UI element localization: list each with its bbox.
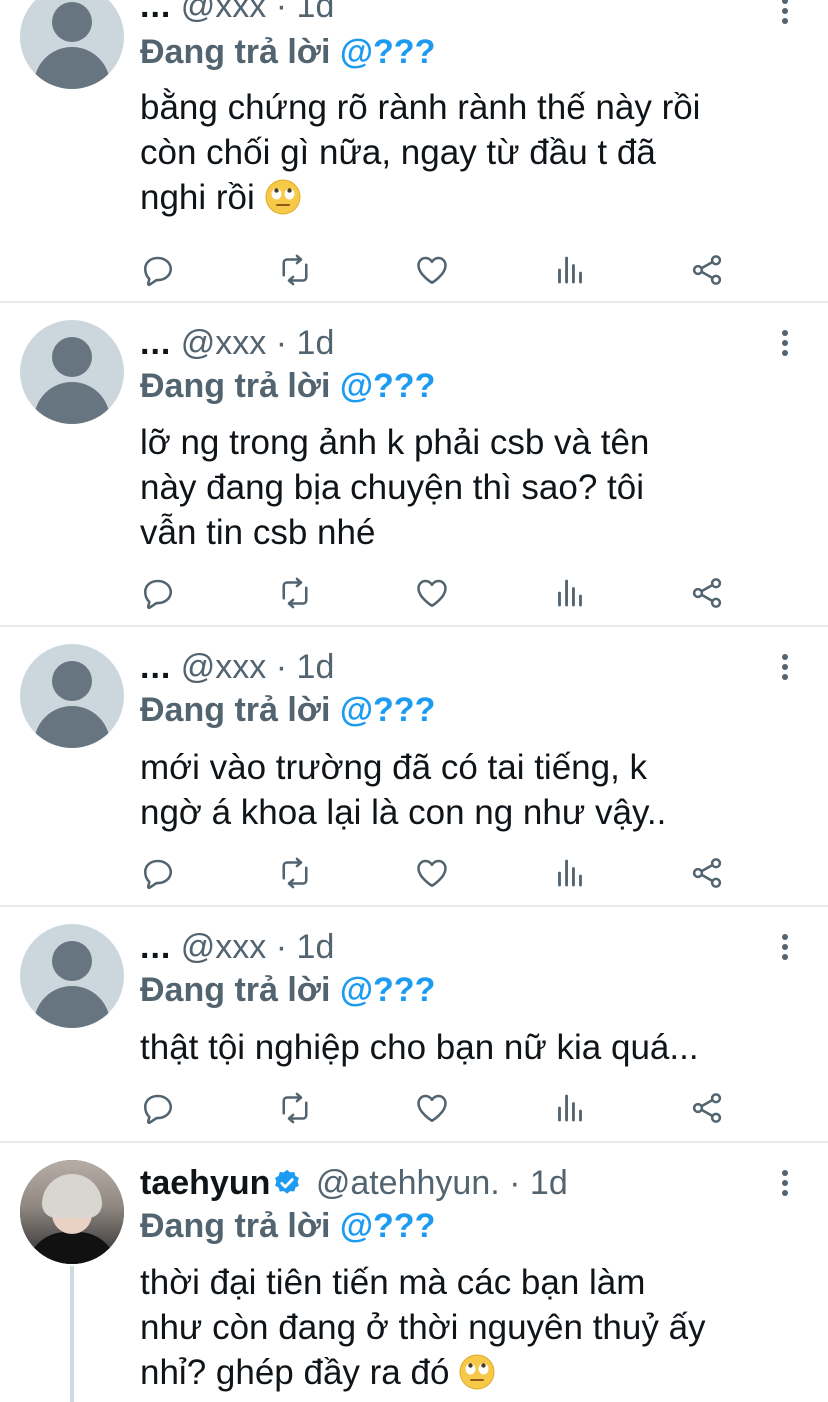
tweet-header: ... @xxx · 1d [140, 0, 334, 26]
display-name[interactable]: ... [140, 324, 171, 362]
like-icon[interactable] [414, 855, 450, 891]
timestamp[interactable]: 1d [297, 928, 335, 966]
tweet-header: ... @xxx · 1d [140, 927, 334, 967]
separator: · [275, 324, 288, 362]
display-name[interactable]: ... [140, 648, 171, 686]
display-name[interactable]: taehyun [140, 1164, 270, 1202]
tweet-header: taehyun @atehhyun. · 1d [140, 1163, 568, 1203]
divider [0, 301, 828, 303]
tweet-header: ... @xxx · 1d [140, 647, 334, 687]
reply-icon[interactable] [140, 1090, 176, 1126]
timestamp[interactable]: 1d [530, 1164, 568, 1202]
separator: · [275, 928, 288, 966]
thread-line [70, 1266, 74, 1402]
tweet-text-body: thời đại tiên tiến mà các bạn làm như cò… [140, 1263, 706, 1392]
handle[interactable]: @xxx [181, 0, 267, 25]
timestamp[interactable]: 1d [297, 648, 335, 686]
timestamp[interactable]: 1d [297, 324, 335, 362]
timestamp[interactable]: 1d [297, 0, 335, 25]
avatar[interactable] [20, 1160, 124, 1264]
separator: · [275, 648, 288, 686]
replying-to: Đang trả lời @??? [140, 1206, 435, 1246]
tweet-text: lỡ ng trong ảnh k phải csb và tên này đa… [140, 423, 650, 552]
action-bar [0, 1090, 828, 1126]
tweet-text: mới vào trường đã có tai tiếng, k ngờ á … [140, 748, 667, 832]
replying-label: Đang trả lời [140, 33, 331, 71]
avatar[interactable] [20, 644, 124, 748]
handle[interactable]: @xxx [181, 324, 267, 362]
more-options-icon[interactable] [775, 652, 795, 682]
action-bar [0, 575, 828, 611]
more-options-icon[interactable] [775, 0, 795, 26]
reply-icon[interactable] [140, 575, 176, 611]
retweet-icon[interactable] [277, 855, 313, 891]
tweet-text-body: bằng chứng rõ rành rành thế này rồi còn … [140, 88, 701, 217]
tweet-text: bằng chứng rõ rành rành thế này rồi còn … [140, 85, 810, 220]
replying-label: Đang trả lời [140, 691, 331, 729]
tweet-text: thời đại tiên tiến mà các bạn làm như cò… [140, 1260, 810, 1395]
views-icon[interactable] [552, 252, 588, 288]
handle[interactable]: @xxx [181, 648, 267, 686]
share-icon[interactable] [689, 1090, 725, 1126]
more-options-icon[interactable] [775, 1168, 795, 1198]
mention-link[interactable]: @??? [340, 971, 435, 1009]
divider [0, 905, 828, 907]
action-bar [0, 252, 828, 288]
replying-label: Đang trả lời [140, 1207, 331, 1245]
reply-icon[interactable] [140, 252, 176, 288]
action-bar [0, 855, 828, 891]
face-with-rolling-eyes-icon [265, 179, 301, 215]
replying-to: Đang trả lời @??? [140, 690, 435, 730]
like-icon[interactable] [414, 1090, 450, 1126]
verified-badge-icon [275, 1169, 300, 1194]
replying-to: Đang trả lời @??? [140, 32, 435, 72]
tweet-text: thật tội nghiệp cho bạn nữ kia quá... [140, 1028, 699, 1067]
reply-icon[interactable] [140, 855, 176, 891]
retweet-icon[interactable] [277, 1090, 313, 1126]
divider [0, 1141, 828, 1143]
views-icon[interactable] [552, 1090, 588, 1126]
views-icon[interactable] [552, 575, 588, 611]
separator: · [275, 0, 288, 25]
face-with-rolling-eyes-icon [459, 1354, 495, 1390]
mention-link[interactable]: @??? [340, 1207, 435, 1245]
mention-link[interactable]: @??? [340, 33, 435, 71]
more-options-icon[interactable] [775, 932, 795, 962]
separator: · [509, 1164, 521, 1202]
tweet-header: ... @xxx · 1d [140, 323, 334, 363]
display-name[interactable]: ... [140, 928, 171, 966]
display-name[interactable]: ... [140, 0, 171, 25]
mention-link[interactable]: @??? [340, 691, 435, 729]
share-icon[interactable] [689, 252, 725, 288]
replying-to: Đang trả lời @??? [140, 970, 435, 1010]
handle[interactable]: @xxx [181, 928, 267, 966]
share-icon[interactable] [689, 855, 725, 891]
more-options-icon[interactable] [775, 328, 795, 358]
share-icon[interactable] [689, 575, 725, 611]
mention-link[interactable]: @??? [340, 367, 435, 405]
replying-label: Đang trả lời [140, 367, 331, 405]
retweet-icon[interactable] [277, 575, 313, 611]
like-icon[interactable] [414, 575, 450, 611]
handle[interactable]: @atehhyun. [316, 1164, 500, 1202]
avatar[interactable] [20, 0, 124, 89]
avatar[interactable] [20, 320, 124, 424]
views-icon[interactable] [552, 855, 588, 891]
replying-label: Đang trả lời [140, 971, 331, 1009]
like-icon[interactable] [414, 252, 450, 288]
retweet-icon[interactable] [277, 252, 313, 288]
divider [0, 625, 828, 627]
avatar[interactable] [20, 924, 124, 1028]
replying-to: Đang trả lời @??? [140, 366, 435, 406]
